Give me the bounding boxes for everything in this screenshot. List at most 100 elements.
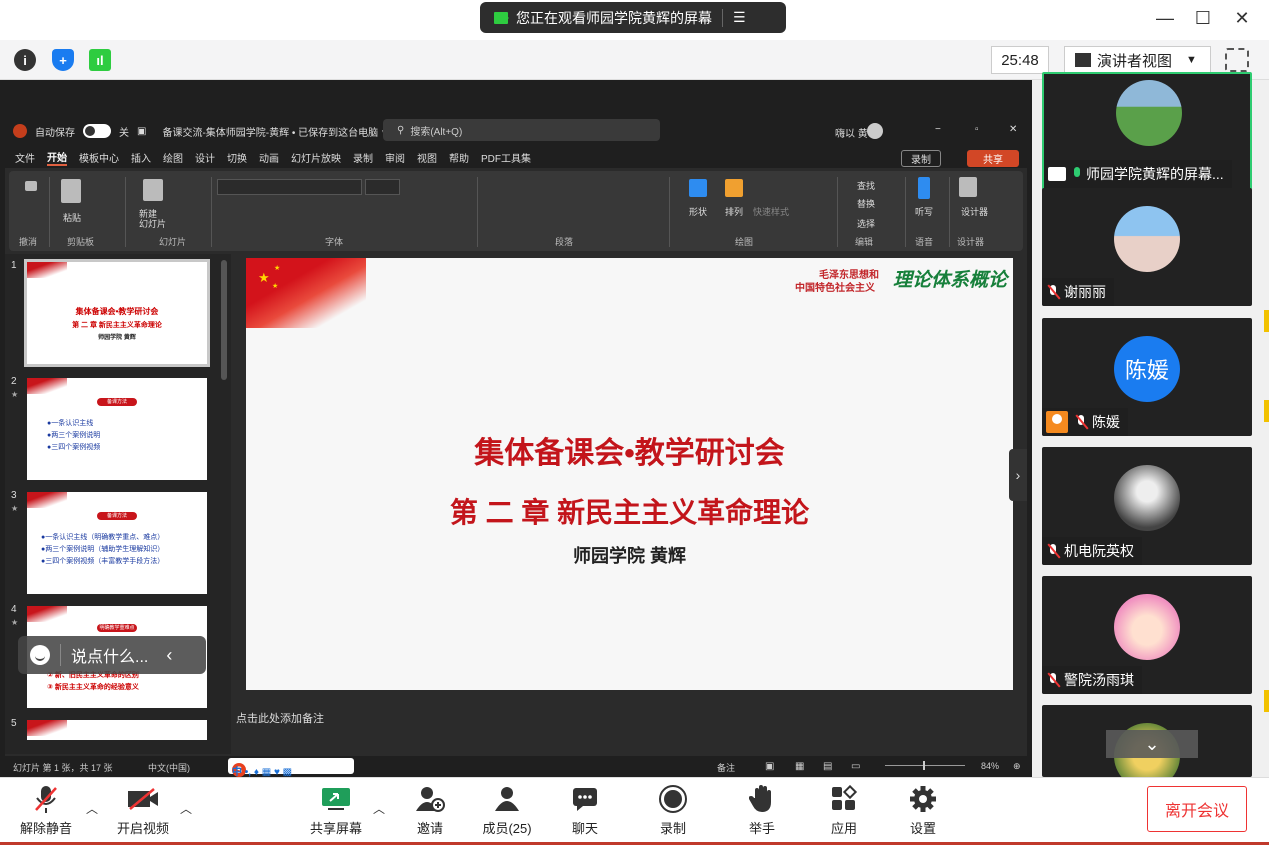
slideshow-view-icon[interactable]: ▭ [851,761,860,772]
replace-label[interactable]: 替换 [857,197,875,210]
floating-chat-input[interactable]: 说点什么... ‹ [18,636,206,674]
invite-button[interactable]: 邀请 [390,784,470,837]
thumbnail-scrollbar[interactable] [221,260,227,380]
scroll-down-button[interactable]: ⌄ [1106,730,1198,758]
thumb-number: 2 [11,376,17,387]
minimize-icon[interactable]: − [935,124,941,135]
participant-name: 机电阮英权 [1064,543,1134,559]
restore-icon[interactable]: ▫ [975,124,979,135]
menu-view[interactable]: 视图 [417,150,437,165]
video-options-caret[interactable]: ︿ [180,800,192,817]
quick-style-label: 快速样式 [753,207,790,217]
minimize-button[interactable]: — [1153,8,1177,29]
record-button[interactable]: 录制 [633,784,713,837]
menu-review[interactable]: 审阅 [385,150,405,165]
save-icon[interactable]: ▣ [137,126,146,137]
menu-help[interactable]: 帮助 [449,150,469,165]
chat-label: 聊天 [571,821,598,836]
participant-tile[interactable]: 谢丽丽 [1042,188,1252,306]
arrange-icon[interactable] [725,179,743,197]
thumb-line: ●两三个案例说明（辅助学生理解知识） [41,546,165,553]
chat-button[interactable]: 聊天 [545,784,625,837]
fullscreen-icon[interactable] [1225,48,1249,72]
view-mode-label: 演讲者视图 [1097,52,1173,70]
ppt-search-box[interactable]: ⚲ 搜索(Alt+Q) [383,119,660,141]
close-icon[interactable]: ✕ [1009,124,1017,135]
user-avatar[interactable] [867,123,883,139]
participant-tile[interactable]: 警院汤雨琪 [1042,576,1252,694]
emoji-icon[interactable] [30,645,50,665]
ime-toolbar[interactable]: S 中 •, ♦ ▦ ♥ ▩ [228,758,354,778]
settings-button[interactable]: 设置 [883,784,963,837]
info-icon[interactable]: i [14,49,36,71]
close-button[interactable]: ✕ [1230,8,1254,29]
menu-design[interactable]: 设计 [195,150,215,165]
notes-placeholder[interactable]: 点击此处添加备注 [236,710,324,726]
menu-insert[interactable]: 插入 [131,150,151,165]
document-title[interactable]: 备课交流-集体师园学院-黄辉 • 已保存到这台电脑 ∨ [162,124,388,139]
menu-slideshow[interactable]: 幻灯片放映 [291,150,341,165]
menu-template[interactable]: 模板中心 [79,150,119,165]
banner-menu-icon[interactable]: ☰ [733,9,746,26]
font-name-box[interactable] [217,179,362,195]
notes-toggle[interactable]: 备注 [717,761,735,774]
select-label[interactable]: 选择 [857,217,875,230]
ppt-share-button[interactable]: 共享 [967,150,1019,167]
chevron-left-icon[interactable]: ‹ [166,645,172,666]
raise-hand-button[interactable]: 举手 [722,784,802,837]
unmute-button[interactable]: 解除静音 [6,784,86,837]
ppt-record-button[interactable]: 录制 [901,150,941,167]
fit-slide-icon[interactable]: ⊕ [1013,761,1021,772]
font-size-box[interactable] [365,179,400,195]
thumb-pill: 明确教学重难点 [99,625,135,631]
participant-tile[interactable]: 陈媛 陈媛 [1042,318,1252,436]
slide-thumbnail-1[interactable]: 集体备课会•教学研讨会 第 二 章 新民主主义革命理论 师园学院 黄辉 [24,259,210,367]
group-paragraph: 段落 [555,237,574,247]
participant-tile[interactable]: 机电阮英权 [1042,447,1252,565]
maximize-button[interactable]: ☐ [1191,8,1215,29]
share-options-caret[interactable]: ︿ [373,800,385,817]
participant-name: 谢丽丽 [1064,284,1106,300]
paste-icon[interactable] [61,179,81,203]
shape-icon[interactable] [689,179,707,197]
leave-meeting-label: 离开会议 [1164,803,1229,820]
thumb-number: 1 [11,260,17,271]
sorter-view-icon[interactable]: ▦ [795,761,804,772]
start-video-button[interactable]: 开启视频 [103,784,183,837]
view-mode-dropdown[interactable]: 演讲者视图 ▼ [1064,46,1211,74]
dictate-microphone-icon[interactable] [918,177,930,199]
apps-icon [832,785,858,810]
autosave-toggle[interactable] [83,124,111,138]
normal-view-icon[interactable]: ▣ [765,761,774,772]
thumb-number: 3 [11,490,17,501]
menu-transitions[interactable]: 切换 [227,150,247,165]
members-button[interactable]: 成员(25) [467,784,547,837]
audio-options-caret[interactable]: ︿ [86,800,98,817]
undo-icon[interactable] [25,181,37,191]
menu-file[interactable]: 文件 [15,150,35,165]
group-slides: 幻灯片 [159,237,187,247]
current-slide[interactable]: ★ ★ ★ 毛泽东思想和 中国特色社会主义 理论体系概论 集体备课会•教学研讨会… [246,258,1013,690]
signal-strength-icon[interactable]: ıl [89,49,111,71]
reading-view-icon[interactable]: ▤ [823,761,832,772]
panel-collapse-button[interactable]: › [1009,449,1027,501]
participant-tile[interactable]: 师园学院黄辉的屏幕... [1042,72,1252,190]
shared-screen: 自动保存 关 ▣ 备课交流-集体师园学院-黄辉 • 已保存到这台电脑 ∨ ⚲ 搜… [0,80,1032,778]
new-slide-icon[interactable] [143,179,163,201]
designer-icon[interactable] [959,177,977,197]
find-label[interactable]: 查找 [857,179,875,192]
menu-animations[interactable]: 动画 [259,150,279,165]
speaker-view-icon [1075,53,1091,67]
slide-thumbnail-3[interactable]: 备课方法 ●一条认识主线（明确教学重点、难点） ●两三个案例说明（辅助学生理解知… [27,492,207,594]
menu-pdf[interactable]: PDF工具集 [481,150,531,165]
share-screen-button[interactable]: 共享屏幕 [296,784,376,837]
menu-home[interactable]: 开始 [47,149,67,166]
slide-thumbnail-2[interactable]: 备课方法 ●一条认识主线 ●两三个案例说明 ●三四个案例视频 [27,378,207,480]
security-shield-icon[interactable]: + [52,49,74,71]
menu-draw[interactable]: 绘图 [163,150,183,165]
slide-thumbnail-5[interactable] [27,720,207,740]
menu-record[interactable]: 录制 [353,150,373,165]
apps-button[interactable]: 应用 [804,784,884,837]
zoom-slider[interactable] [885,761,965,770]
leave-meeting-button[interactable]: 离开会议 [1147,786,1247,832]
